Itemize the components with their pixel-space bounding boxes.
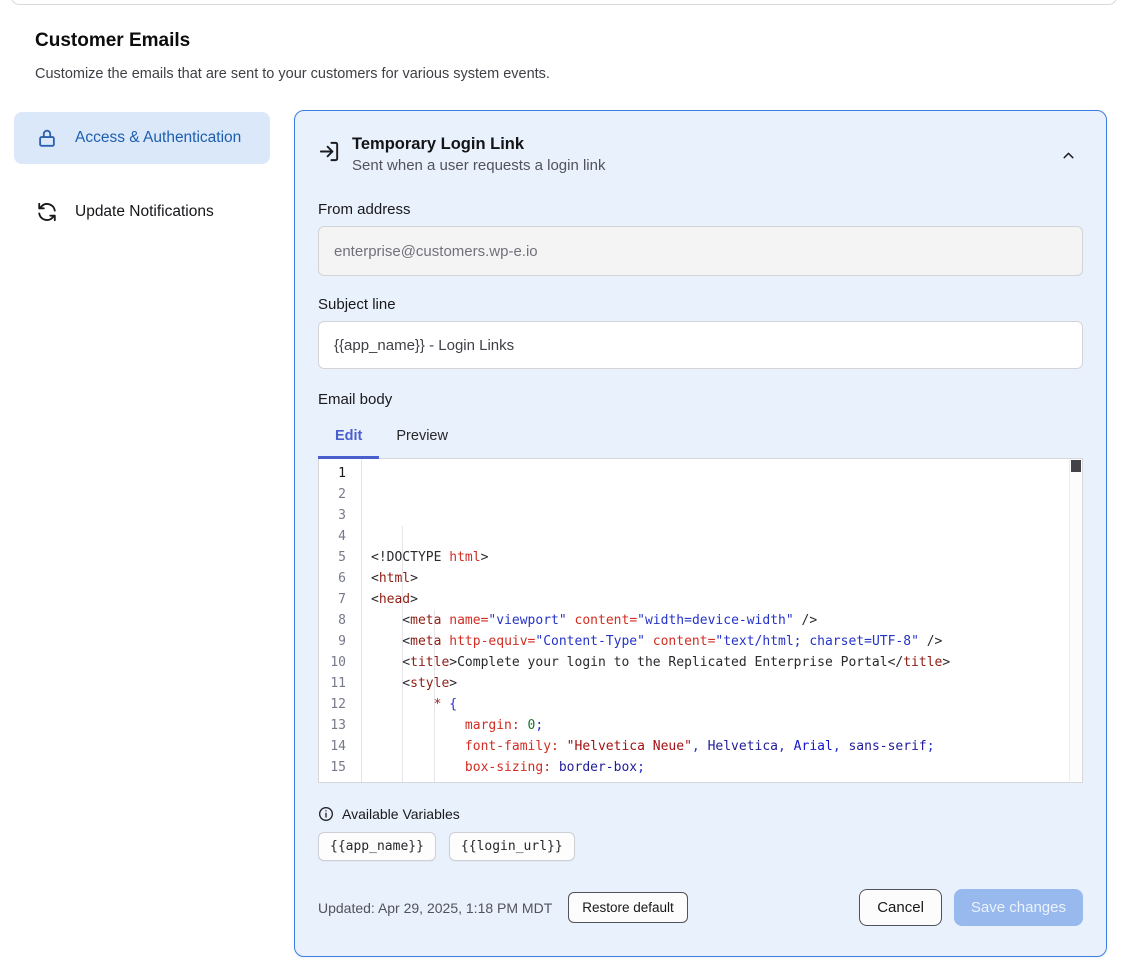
collapse-button[interactable] <box>1054 141 1083 170</box>
sidebar-item-label: Access & Authentication <box>75 126 241 150</box>
line-number: 7 <box>319 589 361 610</box>
previous-card-edge <box>10 0 1118 5</box>
tab-edit[interactable]: Edit <box>318 418 379 458</box>
editor-scrollbar[interactable] <box>1069 460 1081 781</box>
subject-line-label: Subject line <box>318 296 1083 313</box>
code-line: margin: 0; <box>371 715 1068 736</box>
lock-icon <box>36 127 58 149</box>
scrollbar-thumb[interactable] <box>1071 460 1081 472</box>
code-line: font-size: 14px; <box>371 778 1068 782</box>
updated-timestamp: Updated: Apr 29, 2025, 1:18 PM MDT <box>318 900 552 916</box>
line-number: 10 <box>319 652 361 673</box>
cancel-button[interactable]: Cancel <box>859 889 942 926</box>
line-number: 8 <box>319 610 361 631</box>
panel-subtitle: Sent when a user requests a login link <box>352 157 605 174</box>
page-title: Customer Emails <box>35 30 190 52</box>
available-variables-label: Available Variables <box>342 806 460 822</box>
code-line: <html> <box>371 568 1068 589</box>
from-address-input <box>318 226 1083 276</box>
sidebar-item-label: Update Notifications <box>75 200 214 224</box>
line-number: 12 <box>319 694 361 715</box>
line-number: 16 <box>319 778 361 783</box>
log-in-icon <box>318 140 341 163</box>
line-number: 1 <box>319 463 361 484</box>
code-line: <head> <box>371 589 1068 610</box>
code-area[interactable]: <!DOCTYPE html><html><head> <meta name="… <box>362 459 1082 782</box>
code-line: <meta name="viewport" content="width=dev… <box>371 610 1068 631</box>
panel-title: Temporary Login Link <box>352 135 605 154</box>
code-line: <style> <box>371 673 1068 694</box>
chevron-up-icon <box>1060 147 1077 164</box>
code-line: * { <box>371 694 1068 715</box>
line-number: 3 <box>319 505 361 526</box>
sidebar-item-access-authentication[interactable]: Access & Authentication <box>14 112 270 164</box>
tab-preview[interactable]: Preview <box>379 418 465 458</box>
info-icon <box>318 806 334 822</box>
code-line: <meta http-equiv="Content-Type" content=… <box>371 631 1068 652</box>
line-number: 6 <box>319 568 361 589</box>
line-number: 2 <box>319 484 361 505</box>
email-body-label: Email body <box>318 391 1083 408</box>
line-number: 9 <box>319 631 361 652</box>
line-number-gutter: 12345678910111213141516 <box>319 459 362 782</box>
save-changes-button[interactable]: Save changes <box>954 889 1083 926</box>
refresh-icon <box>36 201 58 223</box>
from-address-label: From address <box>318 201 1083 218</box>
code-editor[interactable]: 12345678910111213141516 <!DOCTYPE html><… <box>318 458 1083 783</box>
restore-default-button[interactable]: Restore default <box>568 892 688 923</box>
line-number: 13 <box>319 715 361 736</box>
variable-chips: {{app_name}} {{login_url}} <box>318 832 1083 861</box>
temporary-login-link-panel: Temporary Login Link Sent when a user re… <box>294 110 1107 957</box>
email-types-sidebar: Access & Authentication Update Notificat… <box>14 112 270 236</box>
email-body-tabs: Edit Preview <box>318 418 1083 458</box>
code-line: <title>Complete your login to the Replic… <box>371 652 1068 673</box>
line-number: 15 <box>319 757 361 778</box>
variable-chip-app-name[interactable]: {{app_name}} <box>318 832 436 861</box>
panel-footer: Updated: Apr 29, 2025, 1:18 PM MDT Resto… <box>318 889 1083 926</box>
panel-header: Temporary Login Link Sent when a user re… <box>318 135 1083 174</box>
page-subtitle: Customize the emails that are sent to yo… <box>35 66 550 82</box>
code-line: font-family: "Helvetica Neue", Helvetica… <box>371 736 1068 757</box>
line-number: 14 <box>319 736 361 757</box>
line-number: 11 <box>319 673 361 694</box>
code-line: <!DOCTYPE html> <box>371 547 1068 568</box>
subject-line-input[interactable] <box>318 321 1083 369</box>
line-number: 4 <box>319 526 361 547</box>
line-number: 5 <box>319 547 361 568</box>
variable-chip-login-url[interactable]: {{login_url}} <box>449 832 575 861</box>
code-line: box-sizing: border-box; <box>371 757 1068 778</box>
sidebar-item-update-notifications[interactable]: Update Notifications <box>14 188 270 236</box>
